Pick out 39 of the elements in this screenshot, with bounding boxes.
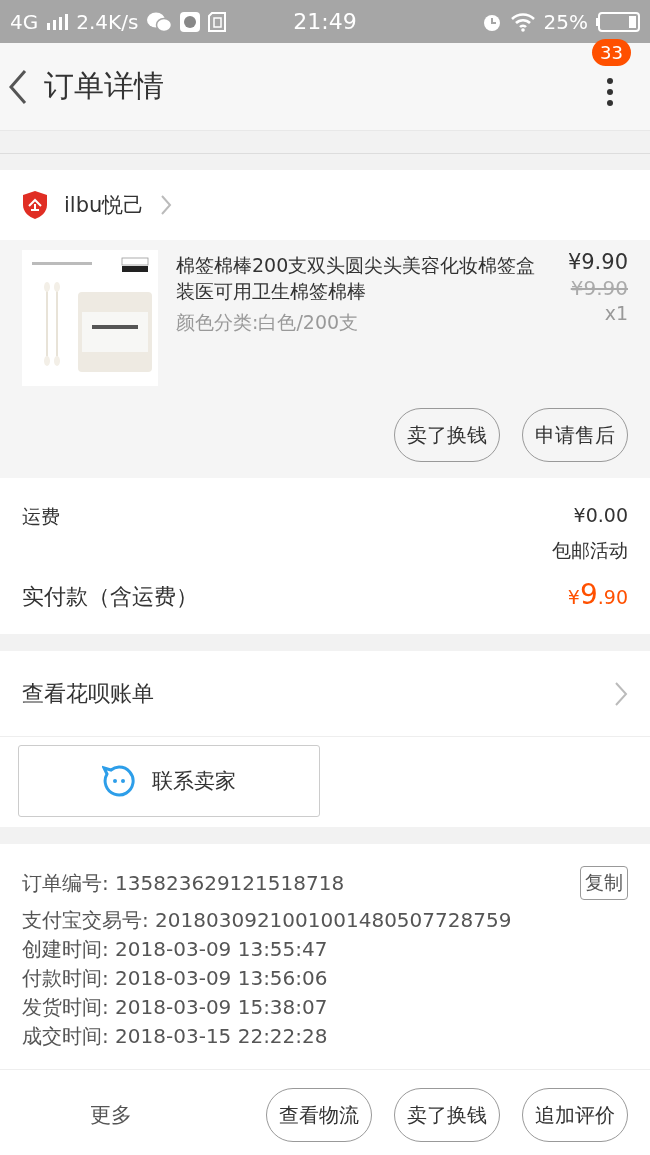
chat-face-icon [102, 764, 136, 798]
app-icon [180, 11, 201, 32]
clock-time: 21:49 [293, 9, 357, 34]
wifi-icon [509, 11, 536, 32]
order-info-line: 付款时间: 2018-03-09 13:56:06 [22, 965, 329, 992]
page-title: 订单详情 [44, 67, 164, 105]
product-quantity: x1 [604, 302, 628, 324]
product-price: ¥9.90 [567, 250, 628, 274]
total-amount: ¥9.90 [567, 578, 628, 611]
order-info-line: 成交时间: 2018-03-15 22:22:28 [22, 1023, 329, 1050]
shop-name[interactable]: ilbu悦己 [64, 191, 145, 219]
bill-row[interactable]: 查看花呗账单 [0, 651, 650, 737]
order-info-line: 支付宝交易号: 2018030921001001480507728759 [22, 907, 513, 934]
chat-bubbles-icon [146, 10, 173, 33]
bill-link-label: 查看花呗账单 [22, 679, 154, 708]
shipping-note: 包邮活动 [552, 538, 628, 563]
notification-badge: 33 [592, 38, 631, 66]
product-title[interactable]: 棉签棉棒200支双头圆尖头美容化妆棉签盒装医可用卫生棉签棉棒 [176, 252, 550, 304]
copy-button[interactable]: 复制 [580, 866, 628, 900]
order-info-line: 发货时间: 2018-03-09 15:38:07 [22, 994, 329, 1021]
battery-percent: 25% [543, 9, 588, 34]
network-speed: 2.4K/s [76, 9, 139, 34]
network-type: 4G [10, 9, 39, 34]
more-button[interactable]: 更多 [90, 1101, 132, 1129]
total-label: 实付款（含运费） [22, 583, 198, 611]
order-info-line: 创建时间: 2018-03-09 13:55:47 [22, 936, 329, 963]
shipping-label: 运费 [22, 504, 60, 529]
shipping-fee: ¥0.00 [573, 504, 628, 528]
more-icon[interactable] [606, 76, 614, 107]
battery-icon [596, 11, 640, 32]
signal-icon [46, 13, 69, 30]
sim-card-icon [208, 11, 227, 32]
product-variant: 颜色分类:白色/200支 [176, 310, 360, 335]
back-icon[interactable] [8, 68, 28, 105]
contact-seller-button[interactable]: 联系卖家 [18, 745, 320, 817]
shield-icon [22, 190, 48, 220]
original-price: ¥9.90 [570, 276, 628, 300]
order-info-line: 订单编号: 135823629121518718 [22, 869, 345, 897]
chevron-right-icon [614, 680, 628, 707]
